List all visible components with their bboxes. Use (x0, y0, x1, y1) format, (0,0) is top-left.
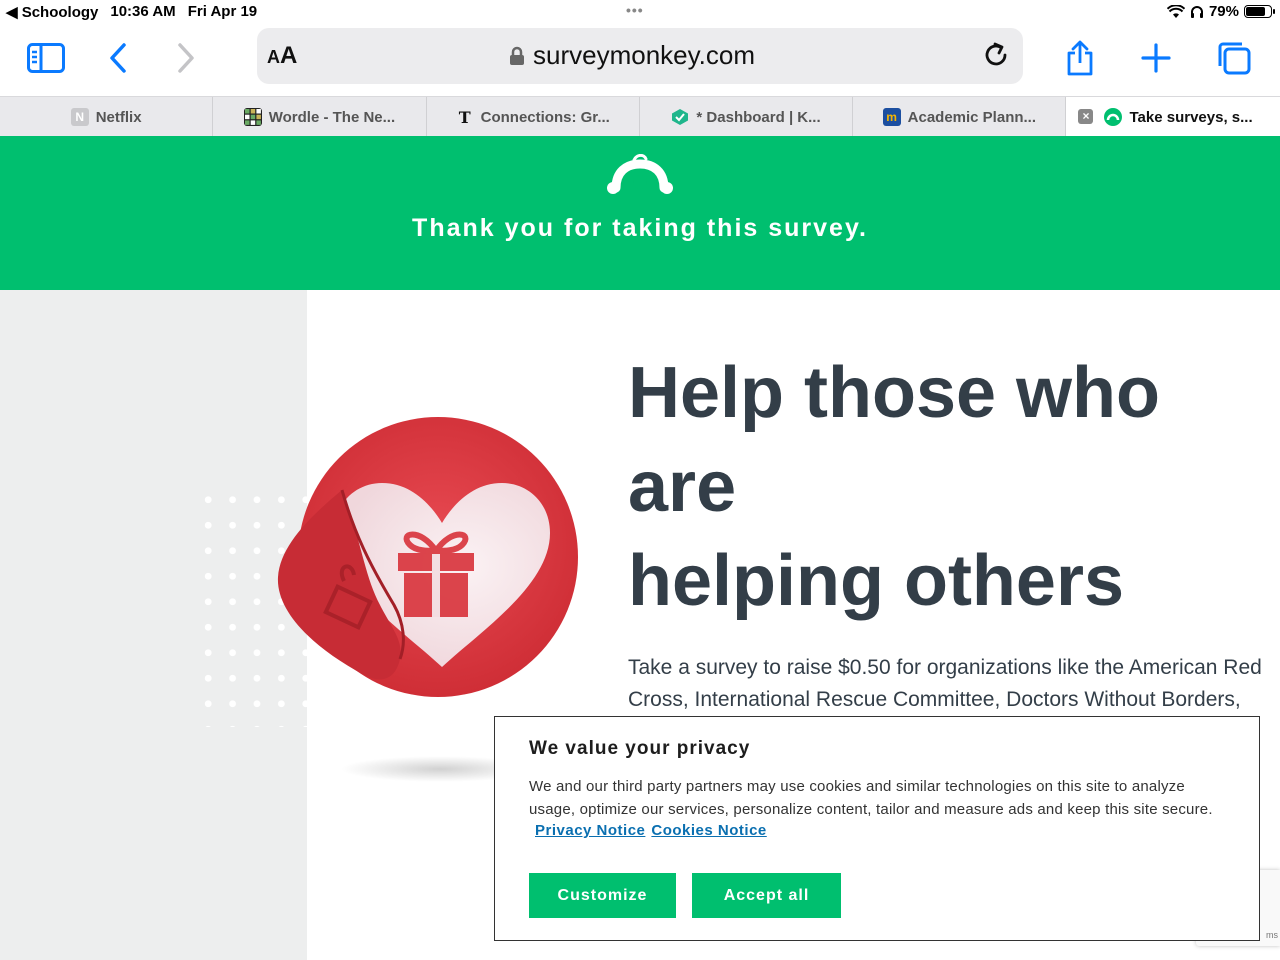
body-description: Take a survey to raise $0.50 for organiz… (628, 656, 1262, 711)
tab-academic-planner[interactable]: m Academic Plann... (853, 97, 1067, 137)
planner-icon: m (882, 108, 901, 126)
forward-icon[interactable] (164, 36, 208, 80)
tab-label: Wordle - The Ne... (268, 108, 396, 126)
tab-label: * Dashboard | K... (696, 108, 821, 126)
tab-label: Academic Plann... (907, 108, 1037, 126)
surveymonkey-icon (1104, 108, 1123, 126)
multitasking-dots-icon[interactable]: ••• (626, 2, 644, 18)
tab-wordle[interactable]: Wordle - The Ne... (213, 97, 427, 137)
page-headline: Help those who are helping others (628, 346, 1268, 628)
tab-bar: N Netflix Wordle - The Ne... T Connectio… (0, 96, 1280, 137)
headline-line-3: helping others (628, 541, 1125, 621)
tab-label: Take surveys, s... (1129, 108, 1253, 126)
address-bar[interactable]: AA surveymonkey.com (257, 28, 1023, 84)
privacy-title: We value your privacy (529, 738, 751, 759)
tab-netflix[interactable]: N Netflix (0, 97, 214, 137)
tab-connections[interactable]: T Connections: Gr... (427, 97, 640, 137)
tab-label: Netflix (95, 108, 142, 126)
status-date: Fri Apr 19 (187, 3, 258, 20)
wifi-icon (1166, 4, 1185, 18)
tab-overview-icon[interactable] (1212, 36, 1256, 80)
gift-icon (398, 531, 474, 617)
privacy-description: We and our third party partners may use … (529, 778, 1213, 818)
cookies-notice-link[interactable]: Cookies Notice (651, 822, 766, 839)
share-icon[interactable] (1058, 36, 1102, 80)
sidebar-toggle-icon[interactable] (24, 36, 68, 80)
privacy-dialog: We value your privacy We and our third p… (494, 716, 1260, 941)
nyt-icon: T (458, 107, 471, 127)
battery-percent: 79% (1208, 3, 1239, 20)
status-bar: ◀ Schoology 10:36 AM Fri Apr 19 ••• 79% (0, 0, 1280, 24)
back-to-app-link[interactable]: ◀ Schoology (6, 3, 98, 21)
back-icon[interactable] (96, 36, 140, 80)
heart-gift-illustration (277, 417, 578, 697)
customize-button[interactable]: Customize (529, 873, 676, 918)
headphones-icon (1190, 5, 1203, 18)
text-size-button[interactable]: AA (267, 42, 297, 70)
tab-label: Connections: Gr... (480, 108, 610, 126)
browser-toolbar: AA surveymonkey.com (0, 24, 1280, 96)
headline-line-2: are (628, 447, 737, 527)
accept-all-button[interactable]: Accept all (692, 873, 841, 918)
battery-icon (1244, 5, 1275, 18)
new-tab-icon[interactable] (1134, 36, 1178, 80)
tab-dashboard[interactable]: * Dashboard | K... (640, 97, 854, 137)
wordle-icon (243, 108, 262, 126)
recaptcha-text: ms (1266, 930, 1278, 940)
status-time: 10:36 AM (110, 3, 176, 20)
kami-icon (672, 109, 689, 125)
lock-icon (510, 46, 524, 65)
thank-you-header: Thank you for taking this survey. (0, 136, 1280, 290)
surveymonkey-logo (607, 154, 673, 194)
url-text: surveymonkey.com (533, 40, 756, 70)
tab-take-surveys[interactable]: × Take surveys, s... (1066, 97, 1280, 137)
close-tab-icon[interactable]: × (1078, 109, 1094, 124)
netflix-icon: N (70, 108, 89, 126)
reload-icon[interactable] (979, 38, 1013, 72)
privacy-notice-link[interactable]: Privacy Notice (535, 822, 645, 839)
headline-line-1: Help those who (628, 353, 1161, 433)
thank-you-message: Thank you for taking this survey. (412, 214, 868, 242)
